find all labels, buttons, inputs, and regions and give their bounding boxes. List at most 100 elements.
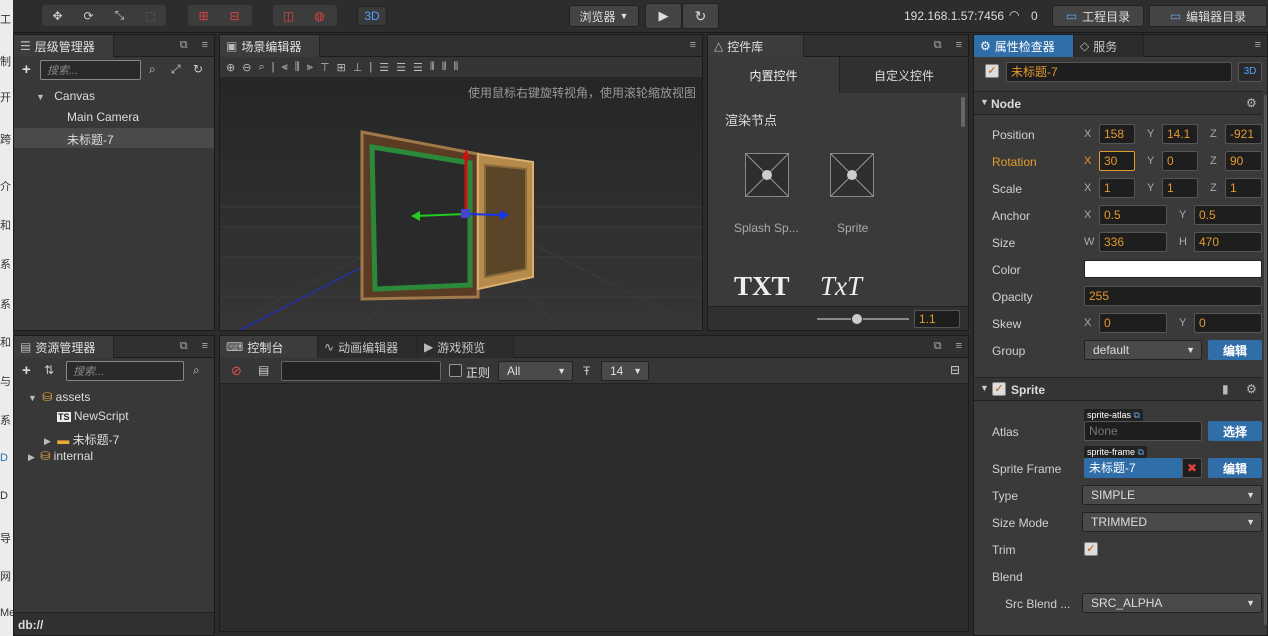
- label-node-icon[interactable]: TXT: [734, 271, 790, 302]
- rotation-x-input[interactable]: 30: [1099, 151, 1135, 171]
- maximize-icon[interactable]: ⧉: [934, 340, 942, 353]
- tree-item-untitled-7[interactable]: 未标题-7: [67, 131, 114, 148]
- rotation-y-input[interactable]: 0: [1162, 151, 1198, 171]
- zoom-reset-icon[interactable]: ⌕: [258, 61, 264, 74]
- log-level-select[interactable]: All: [498, 361, 573, 381]
- play-button[interactable]: ▶: [645, 3, 682, 29]
- opacity-input[interactable]: 255: [1084, 286, 1262, 306]
- type-select[interactable]: SIMPLE: [1082, 485, 1262, 505]
- log-file-icon[interactable]: ▤: [258, 363, 269, 377]
- search-icon[interactable]: ⌕: [193, 363, 200, 378]
- src-blend-select[interactable]: SRC_ALPHA: [1082, 593, 1262, 613]
- sprite-frame-input[interactable]: 未标题-7: [1084, 458, 1182, 478]
- scale-tool-icon[interactable]: ⤡: [104, 5, 135, 26]
- tree-item-main-camera[interactable]: Main Camera: [67, 110, 139, 124]
- add-asset-button[interactable]: +: [22, 362, 31, 379]
- font-size-select[interactable]: 14: [601, 361, 649, 381]
- maximize-icon[interactable]: ⧉: [934, 39, 942, 52]
- align-center-h-icon[interactable]: ⫼: [295, 61, 300, 74]
- tab-builtin[interactable]: 内置控件: [708, 57, 839, 93]
- distribute-center-icon[interactable]: ⦀: [442, 61, 447, 74]
- atlas-select-button[interactable]: 选择: [1208, 421, 1262, 441]
- position-x-input[interactable]: 158: [1099, 124, 1135, 144]
- project-dir-button[interactable]: ▭ 工程目录: [1052, 5, 1144, 27]
- menu-icon[interactable]: ≡: [956, 39, 962, 52]
- atlas-input[interactable]: None: [1084, 421, 1202, 441]
- tab-assets[interactable]: ▤ 资源管理器: [14, 336, 114, 358]
- tree-item-assets[interactable]: ▼ ⛁ assets: [28, 390, 90, 404]
- node-active-checkbox[interactable]: ✓: [985, 64, 999, 78]
- align-right-icon[interactable]: ⫸: [307, 61, 313, 74]
- tab-preview[interactable]: ▶ 游戏预览: [418, 336, 514, 358]
- view-3d-button[interactable]: 3D: [357, 6, 387, 26]
- console-filter-input[interactable]: [281, 361, 441, 381]
- sprite-section-header[interactable]: ▼ ✓ Sprite ▮ ⚙: [974, 377, 1262, 401]
- distribute-top-icon[interactable]: ☰: [379, 61, 389, 74]
- collapse-log-icon[interactable]: ⊟: [950, 363, 960, 377]
- inspector-3d-button[interactable]: 3D: [1238, 62, 1262, 82]
- frame-icon[interactable]: ◫: [273, 5, 304, 26]
- zoom-slider[interactable]: [817, 313, 909, 325]
- maximize-icon[interactable]: ⧉: [180, 39, 188, 52]
- expand-icon[interactable]: ⤢: [171, 62, 181, 77]
- scale-z-input[interactable]: 1: [1225, 178, 1262, 198]
- group-edit-button[interactable]: 编辑: [1208, 340, 1262, 360]
- scale-y-input[interactable]: 1: [1162, 178, 1198, 198]
- tab-animation[interactable]: ∿ 动画编辑器: [318, 336, 418, 358]
- link-icon[interactable]: ⧉: [1134, 410, 1140, 420]
- splash-sprite-icon[interactable]: [745, 153, 789, 197]
- sort-icon[interactable]: ⇅: [44, 363, 54, 377]
- menu-icon[interactable]: ≡: [202, 340, 208, 353]
- skew-y-input[interactable]: 0: [1194, 313, 1262, 333]
- tab-console[interactable]: ⌨ 控制台: [220, 336, 318, 358]
- zoom-value[interactable]: 1.1: [914, 310, 960, 328]
- scale-x-input[interactable]: 1: [1099, 178, 1135, 198]
- pivot-icon[interactable]: ⊞: [188, 5, 219, 26]
- gizmo-center[interactable]: [461, 209, 470, 218]
- zoom-in-icon[interactable]: ⊕: [226, 61, 235, 74]
- richtext-node-icon[interactable]: TxT: [820, 271, 862, 302]
- tree-item-internal[interactable]: ▶ ⛁ internal: [28, 449, 93, 463]
- group-select[interactable]: default: [1084, 340, 1202, 360]
- sprite-enabled-checkbox[interactable]: ✓: [992, 382, 1006, 396]
- menu-icon[interactable]: ≡: [690, 39, 696, 51]
- sprite-frame-edit-button[interactable]: 编辑: [1208, 458, 1262, 478]
- assets-search-input[interactable]: 搜索...: [66, 361, 184, 381]
- link-icon[interactable]: ⧉: [1138, 447, 1144, 457]
- rect-tool-icon[interactable]: ⬚: [135, 5, 166, 26]
- align-bottom-icon[interactable]: ⊥: [353, 61, 363, 74]
- distribute-middle-icon[interactable]: ☰: [396, 61, 406, 74]
- anchor-x-input[interactable]: 0.5: [1099, 205, 1167, 225]
- align-left-icon[interactable]: ⫷: [281, 61, 287, 74]
- tree-item-canvas[interactable]: ▼ Canvas: [36, 89, 95, 103]
- browser-select[interactable]: 浏览器 ▼: [569, 5, 639, 27]
- move-tool-icon[interactable]: ✥: [42, 5, 73, 26]
- size-h-input[interactable]: 470: [1194, 232, 1262, 252]
- tree-item-untitled-7-folder[interactable]: ▶ ▬ 未标题-7: [44, 431, 119, 448]
- position-y-input[interactable]: 14.1: [1162, 124, 1198, 144]
- tab-custom[interactable]: 自定义控件: [839, 57, 968, 93]
- local-icon[interactable]: ⊟: [219, 5, 250, 26]
- tab-scene[interactable]: ▣ 场景编辑器: [220, 35, 320, 57]
- node-name-input[interactable]: 未标题-7: [1006, 62, 1232, 82]
- zoom-out-icon[interactable]: ⊖: [242, 61, 251, 74]
- distribute-right-icon[interactable]: ⦀: [454, 61, 459, 74]
- hierarchy-search-input[interactable]: 搜索...: [40, 60, 141, 80]
- distribute-bottom-icon[interactable]: ☰: [413, 61, 423, 74]
- node-section-header[interactable]: ▼ Node ⚙: [974, 91, 1262, 115]
- scene-viewport[interactable]: 使用鼠标右键旋转视角，使用滚轮缩放视图: [220, 77, 702, 330]
- regex-checkbox[interactable]: [449, 364, 462, 377]
- rotation-z-input[interactable]: 90: [1225, 151, 1262, 171]
- distribute-left-icon[interactable]: ⦀: [430, 61, 435, 74]
- menu-icon[interactable]: ≡: [202, 39, 208, 52]
- library-scrollbar[interactable]: [961, 97, 965, 127]
- menu-icon[interactable]: ≡: [1255, 39, 1261, 51]
- position-z-input[interactable]: -921: [1225, 124, 1262, 144]
- grid-icon[interactable]: ◍: [304, 5, 335, 26]
- clear-sprite-frame-icon[interactable]: ✖: [1182, 458, 1202, 478]
- size-mode-select[interactable]: TRIMMED: [1082, 512, 1262, 532]
- tab-service[interactable]: ◇ 服务: [1074, 35, 1144, 57]
- rotate-tool-icon[interactable]: ⟳: [73, 5, 104, 26]
- menu-icon[interactable]: ≡: [956, 340, 962, 353]
- search-icon[interactable]: ⌕: [149, 62, 156, 77]
